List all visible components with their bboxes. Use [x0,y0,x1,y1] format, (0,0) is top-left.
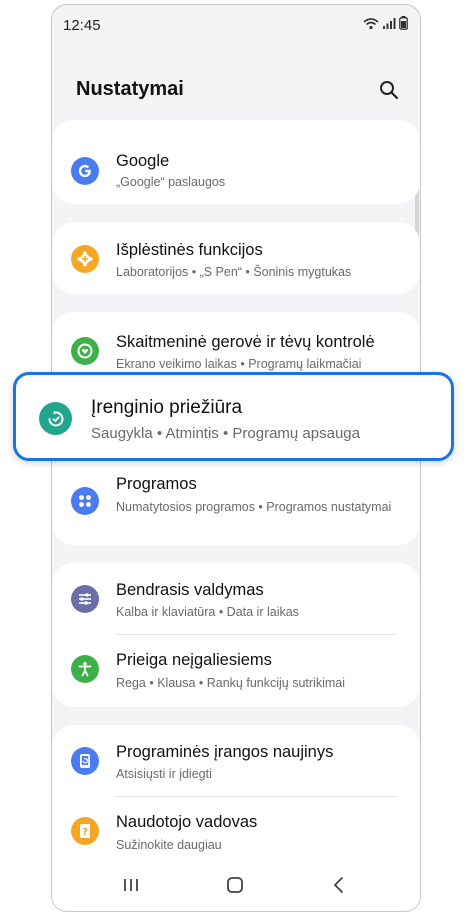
card-general: Bendrasis valdymas Kalba ir klaviatūra •… [52,563,420,707]
settings-item-title: Prieiga neįgaliesiems [116,651,272,669]
settings-item-subtitle: Ekrano veikimo laikas • Programų laikmač… [116,357,362,371]
settings-item-apps[interactable]: Programos Numatytosios programos • Progr… [52,462,420,542]
navigation-bar [52,859,420,911]
settings-item-title: Programos [116,475,197,493]
home-button[interactable] [220,873,250,897]
card-google: Google „Google“ paslaugos [52,120,420,204]
settings-item-software-update[interactable]: Programinės įrangos naujinys Atsisiųsti … [52,725,420,795]
settings-item-general-management[interactable]: Bendrasis valdymas Kalba ir klaviatūra •… [52,563,420,633]
apps-grid-icon [71,487,99,515]
settings-item-advanced-features[interactable]: Išplėstinės funkcijos Laboratorijos • „S… [52,222,420,294]
home-icon [227,877,243,893]
device-care-icon [39,402,72,435]
settings-item-title: Programinės įrangos naujinys [116,743,334,761]
battery-icon [399,16,408,30]
settings-item-title: Google [116,152,170,170]
wifi-icon [363,17,379,29]
settings-item-subtitle: Sužinokite daugiau [116,838,222,852]
gear-plus-icon [71,245,99,273]
status-time: 12:45 [63,17,101,34]
settings-item-accessibility[interactable]: Prieiga neįgaliesiems Rega • Klausa • Ra… [52,635,420,707]
settings-item-subtitle: Numatytosios programos • Programos nusta… [116,500,392,514]
status-icons [363,16,408,30]
page-title: Nustatymai [76,78,184,100]
accessibility-icon [71,655,99,683]
recents-icon [124,879,138,891]
svg-text:?: ? [82,827,88,838]
settings-item-title: Naudotojo vadovas [116,813,258,831]
settings-item-subtitle: Kalba ir klaviatūra • Data ir laikas [116,605,299,619]
settings-item-subtitle: „Google“ paslaugos [116,175,226,189]
signal-icon [383,17,396,29]
settings-item-title: Įrenginio priežiūra [91,397,243,418]
sliders-icon [71,585,99,613]
back-icon [334,877,343,893]
settings-item-device-care[interactable]: Įrenginio priežiūra Saugykla • Atmintis … [13,372,454,461]
google-icon [71,157,99,185]
settings-item-title: Bendrasis valdymas [116,581,264,599]
settings-item-title: Skaitmeninė gerovė ir tėvų kontrolė [116,333,375,351]
heart-ring-icon [71,337,99,365]
user-guide-icon: ? [71,817,99,845]
card-advanced: Išplėstinės funkcijos Laboratorijos • „S… [52,222,420,294]
update-icon [71,747,99,775]
settings-item-subtitle: Saugykla • Atmintis • Programų apsauga [91,425,360,442]
status-bar: 12:45 [52,5,420,45]
settings-item-subtitle: Atsisiųsti ir įdiegti [116,767,212,781]
back-button[interactable] [324,873,354,897]
settings-item-digital-wellbeing[interactable]: Skaitmeninė gerovė ir tėvų kontrolė Ekra… [52,312,420,377]
settings-item-subtitle: Rega • Klausa • Rankų funkcijų sutrikima… [116,676,345,690]
settings-item-subtitle: Laboratorijos • „S Pen“ • Šoninis mygtuk… [116,265,352,279]
settings-item-title: Išplėstinės funkcijos [116,241,263,259]
search-icon [380,81,399,100]
search-button[interactable] [376,77,402,103]
settings-item-google[interactable]: Google „Google“ paslaugos [52,120,420,204]
recents-button[interactable] [116,873,146,897]
